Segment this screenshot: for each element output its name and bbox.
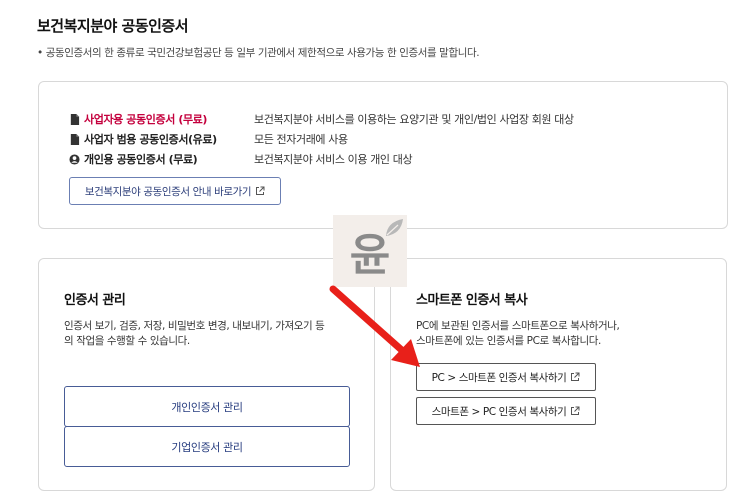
corporate-cert-manage-button[interactable]: 기업인증서 관리 — [64, 426, 350, 467]
cert-management-title: 인증서 관리 — [64, 293, 126, 308]
smartphone-copy-card: 스마트폰 인증서 복사 PC에 보관된 인증서를 스마트폰으로 복사하거나, 스… — [390, 258, 727, 491]
watermark-logo: 윤 — [333, 215, 407, 287]
cert-management-desc-line: 인증서 보기, 검증, 저장, 비밀번호 변경, 내보내기, 가져오기 등 — [64, 320, 325, 332]
cert-row-personal: 개인용 공동인증서 (무료) 보건복지분야 서비스 이용 개인 대상 — [69, 151, 413, 167]
phone-to-pc-copy-button[interactable]: 스마트폰 > PC 인증서 복사하기 — [416, 397, 596, 425]
smartphone-copy-desc-line: PC에 보관된 인증서를 스마트폰으로 복사하거나, — [416, 320, 620, 332]
smartphone-copy-desc-line: 스마트폰에 있는 인증서를 PC로 복사합니다. — [416, 335, 601, 347]
leaf-icon — [386, 219, 403, 236]
external-link-icon — [571, 406, 580, 415]
smartphone-copy-desc: PC에 보관된 인증서를 스마트폰으로 복사하거나, 스마트폰에 있는 인증서를… — [416, 319, 620, 349]
cert-management-desc: 인증서 보기, 검증, 저장, 비밀번호 변경, 내보내기, 가져오기 등 의 … — [64, 319, 325, 349]
document-icon — [70, 133, 80, 145]
cert-name: 사업자 범용 공동인증서(유료) — [84, 133, 217, 146]
pc-to-phone-copy-label: PC > 스마트폰 인증서 복사하기 — [431, 371, 567, 384]
phone-to-pc-copy-label: 스마트폰 > PC 인증서 복사하기 — [431, 405, 567, 418]
page-description: • 공동인증서의 한 종류로 국민건강보험공단 등 일부 기관에서 제한적으로 … — [37, 47, 480, 59]
cert-name: 개인용 공동인증서 (무료) — [84, 153, 198, 166]
external-link-icon — [256, 186, 265, 195]
cert-row-business-free: 사업자용 공동인증서 (무료) 보건복지분야 서비스를 이용하는 요양기관 및 … — [69, 111, 574, 127]
external-link-icon — [571, 372, 580, 381]
document-icon — [70, 113, 80, 125]
cert-management-desc-line: 의 작업을 수행할 수 있습니다. — [64, 335, 190, 347]
pc-to-phone-copy-button[interactable]: PC > 스마트폰 인증서 복사하기 — [416, 363, 596, 391]
corporate-cert-manage-label: 기업인증서 관리 — [171, 440, 243, 454]
red-arrow-annotation — [329, 285, 420, 367]
guide-link-button[interactable]: 보건복지분야 공동인증서 안내 바로가기 — [69, 177, 281, 205]
guide-link-label: 보건복지분야 공동인증서 안내 바로가기 — [84, 185, 252, 198]
cert-name: 사업자용 공동인증서 (무료) — [84, 113, 208, 126]
smartphone-copy-title: 스마트폰 인증서 복사 — [416, 293, 528, 308]
person-icon — [69, 153, 80, 165]
certificate-types-card: 사업자용 공동인증서 (무료) 보건복지분야 서비스를 이용하는 요양기관 및 … — [38, 81, 728, 229]
cert-desc: 모든 전자거래에 사용 — [254, 133, 348, 146]
cert-desc: 보건복지분야 서비스를 이용하는 요양기관 및 개인/법인 사업장 회원 대상 — [254, 113, 574, 126]
personal-cert-manage-label: 개인인증서 관리 — [171, 400, 243, 414]
page-title: 보건복지분야 공동인증서 — [37, 17, 189, 35]
personal-cert-manage-button[interactable]: 개인인증서 관리 — [64, 386, 350, 427]
cert-row-business-paid: 사업자 범용 공동인증서(유료) 모든 전자거래에 사용 — [69, 131, 348, 147]
cert-desc: 보건복지분야 서비스 이용 개인 대상 — [254, 153, 413, 166]
